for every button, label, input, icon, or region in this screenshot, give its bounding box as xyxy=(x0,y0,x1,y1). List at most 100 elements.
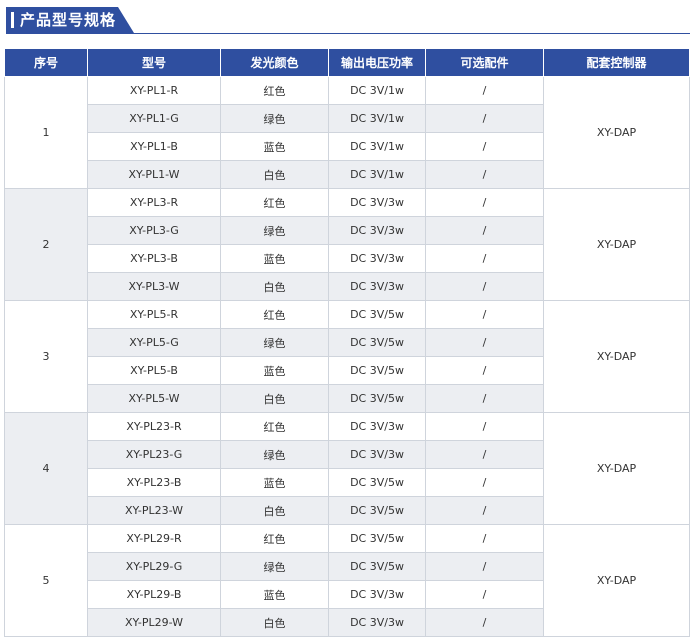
accessory-cell: / xyxy=(425,328,544,357)
model-cell: XY-PL1-W xyxy=(87,160,221,189)
model-cell: XY-PL5-G xyxy=(87,328,221,357)
title-accent-mark xyxy=(11,12,14,28)
group-index-cell: 2 xyxy=(4,188,88,301)
light-color-cell: 蓝色 xyxy=(220,356,329,385)
controller-cell: XY-DAP xyxy=(543,524,690,637)
output-power-cell: DC 3V/1w xyxy=(328,104,426,133)
accessory-cell: / xyxy=(425,356,544,385)
group-index-cell: 4 xyxy=(4,412,88,525)
output-power-cell: DC 3V/3w xyxy=(328,244,426,273)
light-color-cell: 红色 xyxy=(220,300,329,329)
light-color-cell: 白色 xyxy=(220,496,329,525)
model-spec-table: 序号 型号 发光颜色 输出电压功率 可选配件 配套控制器 1 XY-PL1-R 红色… xyxy=(4,48,690,637)
light-color-cell: 绿色 xyxy=(220,104,329,133)
accessory-cell: / xyxy=(425,608,544,637)
light-color-cell: 蓝色 xyxy=(220,132,329,161)
accessory-cell: / xyxy=(425,496,544,525)
model-cell: XY-PL29-B xyxy=(87,580,221,609)
model-cell: XY-PL23-B xyxy=(87,468,221,497)
output-power-cell: DC 3V/5w xyxy=(328,328,426,357)
table-row: 2 XY-PL3-R 红色 DC 3V/3w / XY-DAP xyxy=(4,188,690,301)
output-power-cell: DC 3V/3w xyxy=(328,272,426,301)
controller-cell: XY-DAP xyxy=(543,412,690,525)
output-power-cell: DC 3V/3w xyxy=(328,188,426,217)
light-color-cell: 蓝色 xyxy=(220,580,329,609)
light-color-cell: 白色 xyxy=(220,272,329,301)
output-power-cell: DC 3V/3w xyxy=(328,412,426,441)
accessory-cell: / xyxy=(425,412,544,441)
table-row: 1 XY-PL1-R 红色 DC 3V/1w / XY-DAP xyxy=(4,76,690,189)
light-color-cell: 绿色 xyxy=(220,552,329,581)
accessory-cell: / xyxy=(425,580,544,609)
model-cell: XY-PL1-G xyxy=(87,104,221,133)
model-cell: XY-PL3-W xyxy=(87,272,221,301)
accessory-cell: / xyxy=(425,76,544,105)
output-power-cell: DC 3V/5w xyxy=(328,356,426,385)
controller-cell: XY-DAP xyxy=(543,76,690,189)
header-index: 序号 xyxy=(4,48,88,77)
light-color-cell: 白色 xyxy=(220,384,329,413)
light-color-cell: 蓝色 xyxy=(220,244,329,273)
table-row: 5 XY-PL29-R 红色 DC 3V/5w / XY-DAP xyxy=(4,524,690,637)
light-color-cell: 绿色 xyxy=(220,328,329,357)
model-cell: XY-PL29-R xyxy=(87,524,221,553)
output-power-cell: DC 3V/5w xyxy=(328,496,426,525)
controller-cell: XY-DAP xyxy=(543,300,690,413)
model-cell: XY-PL5-W xyxy=(87,384,221,413)
accessory-cell: / xyxy=(425,216,544,245)
output-power-cell: DC 3V/5w xyxy=(328,552,426,581)
header-controller: 配套控制器 xyxy=(543,48,690,77)
light-color-cell: 蓝色 xyxy=(220,468,329,497)
model-cell: XY-PL23-R xyxy=(87,412,221,441)
light-color-cell: 白色 xyxy=(220,160,329,189)
group-index-cell: 5 xyxy=(4,524,88,637)
controller-cell: XY-DAP xyxy=(543,188,690,301)
header-light-color: 发光颜色 xyxy=(220,48,329,77)
group-index-cell: 1 xyxy=(4,76,88,189)
model-cell: XY-PL5-B xyxy=(87,356,221,385)
section-title: 产品型号规格 xyxy=(20,11,117,29)
accessory-cell: / xyxy=(425,160,544,189)
accessory-cell: / xyxy=(425,188,544,217)
model-cell: XY-PL23-W xyxy=(87,496,221,525)
model-cell: XY-PL29-W xyxy=(87,608,221,637)
light-color-cell: 绿色 xyxy=(220,216,329,245)
output-power-cell: DC 3V/3w xyxy=(328,608,426,637)
accessory-cell: / xyxy=(425,524,544,553)
accessory-cell: / xyxy=(425,272,544,301)
model-cell: XY-PL29-G xyxy=(87,552,221,581)
accessory-cell: / xyxy=(425,104,544,133)
table-header-row: 序号 型号 发光颜色 输出电压功率 可选配件 配套控制器 xyxy=(4,48,690,77)
model-cell: XY-PL3-G xyxy=(87,216,221,245)
output-power-cell: DC 3V/1w xyxy=(328,76,426,105)
model-cell: XY-PL1-B xyxy=(87,132,221,161)
light-color-cell: 绿色 xyxy=(220,440,329,469)
table-row: 3 XY-PL5-R 红色 DC 3V/5w / XY-DAP xyxy=(4,300,690,413)
accessory-cell: / xyxy=(425,132,544,161)
output-power-cell: DC 3V/5w xyxy=(328,468,426,497)
light-color-cell: 红色 xyxy=(220,188,329,217)
title-underline xyxy=(6,33,690,34)
output-power-cell: DC 3V/3w xyxy=(328,440,426,469)
light-color-cell: 红色 xyxy=(220,524,329,553)
header-accessory: 可选配件 xyxy=(425,48,544,77)
output-power-cell: DC 3V/3w xyxy=(328,216,426,245)
header-model: 型号 xyxy=(87,48,221,77)
model-cell: XY-PL3-B xyxy=(87,244,221,273)
header-output-power: 输出电压功率 xyxy=(328,48,426,77)
group-index-cell: 3 xyxy=(4,300,88,413)
model-cell: XY-PL1-R xyxy=(87,76,221,105)
output-power-cell: DC 3V/5w xyxy=(328,300,426,329)
model-cell: XY-PL5-R xyxy=(87,300,221,329)
accessory-cell: / xyxy=(425,300,544,329)
output-power-cell: DC 3V/1w xyxy=(328,132,426,161)
model-cell: XY-PL3-R xyxy=(87,188,221,217)
light-color-cell: 白色 xyxy=(220,608,329,637)
section-header: 产品型号规格 xyxy=(0,0,693,40)
accessory-cell: / xyxy=(425,384,544,413)
accessory-cell: / xyxy=(425,440,544,469)
accessory-cell: / xyxy=(425,468,544,497)
output-power-cell: DC 3V/5w xyxy=(328,524,426,553)
model-cell: XY-PL23-G xyxy=(87,440,221,469)
table-row: 4 XY-PL23-R 红色 DC 3V/3w / XY-DAP xyxy=(4,412,690,525)
